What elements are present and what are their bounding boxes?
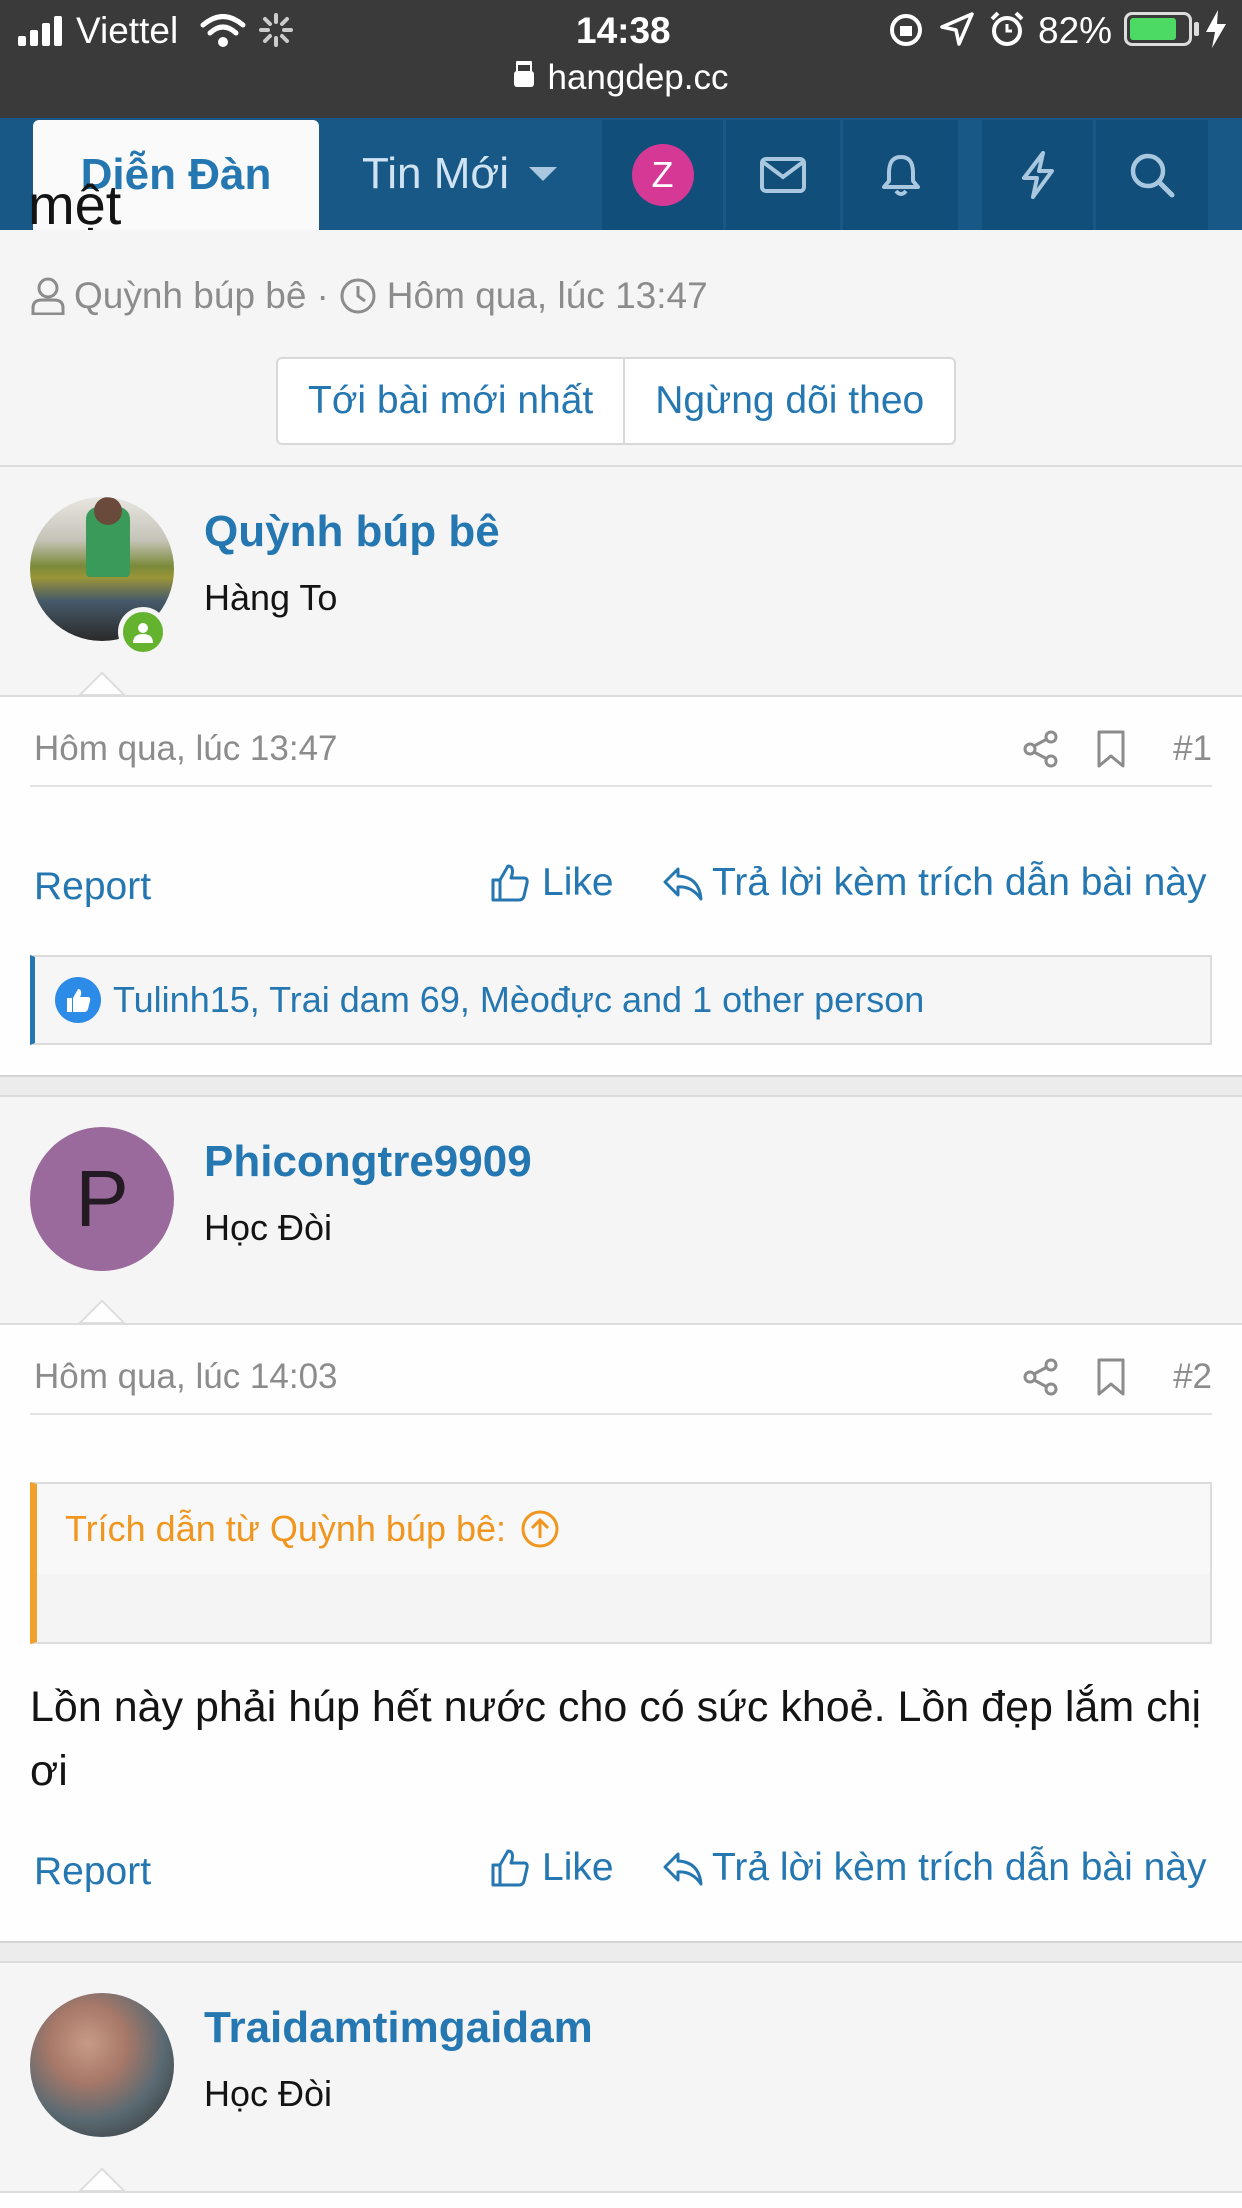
thumbs-up-icon bbox=[491, 864, 529, 902]
top-navigation: Diễn Đàn Tin Mới Z bbox=[0, 118, 1242, 230]
notch-pointer bbox=[78, 2167, 126, 2191]
post-separator bbox=[0, 1075, 1242, 1095]
reactions-bar[interactable]: Tulinh15, Trai dam 69, Mèođực and 1 othe… bbox=[30, 955, 1212, 1045]
report-link[interactable]: Report bbox=[34, 865, 151, 909]
share-icon[interactable] bbox=[1022, 1357, 1060, 1397]
cellular-signal-icon bbox=[18, 16, 62, 46]
post-user-title: Học Đòi bbox=[204, 1207, 333, 1248]
arrow-up-circle-icon[interactable] bbox=[520, 1509, 560, 1549]
search-icon bbox=[1130, 153, 1175, 198]
post-username[interactable]: Phicongtre9909 bbox=[204, 1137, 532, 1187]
reactions-text: Tulinh15, Trai dam 69, Mèođực and 1 othe… bbox=[113, 979, 925, 1020]
post-1-user-block: Quỳnh búp bê Hàng To bbox=[0, 465, 1242, 695]
post-message: Lồn này phải húp hết nước cho có sức kho… bbox=[30, 1683, 1202, 1795]
notch-pointer bbox=[78, 1299, 126, 1323]
thread-title: mệt bbox=[28, 180, 122, 230]
thread-meta: Quỳnh búp bê · Hôm qua, lúc 13:47 bbox=[30, 275, 708, 317]
charging-bolt-icon bbox=[1206, 10, 1226, 48]
jump-to-newest-button[interactable]: Tới bài mới nhất bbox=[278, 359, 623, 443]
alarm-icon bbox=[990, 11, 1024, 46]
post-username[interactable]: Traidamtimgaidam bbox=[204, 2003, 593, 2053]
whats-new-feed-button[interactable] bbox=[982, 120, 1093, 230]
avatar[interactable] bbox=[30, 1993, 174, 2137]
wifi-icon bbox=[200, 14, 246, 47]
thread-action-buttons: Tới bài mới nhất Ngừng dõi theo bbox=[276, 357, 957, 445]
post-number[interactable]: #2 bbox=[1173, 1357, 1212, 1397]
quote-header[interactable]: Trích dẫn từ Quỳnh búp bê: bbox=[37, 1484, 1210, 1574]
post-2-user-block: P Phicongtre9909 Học Đòi bbox=[0, 1095, 1242, 1323]
post-number[interactable]: #1 bbox=[1173, 729, 1212, 769]
location-arrow-icon bbox=[940, 12, 974, 46]
bookmark-icon[interactable] bbox=[1096, 1357, 1126, 1397]
thread-date[interactable]: Hôm qua, lúc 13:47 bbox=[387, 275, 708, 317]
meta-separator: · bbox=[316, 275, 329, 316]
post-user-title: Học Đòi bbox=[204, 2073, 333, 2114]
carrier-name: Viettel bbox=[76, 10, 179, 51]
url-bar[interactable]: hangdep.cc bbox=[0, 58, 1242, 98]
lock-icon bbox=[513, 71, 534, 87]
share-icon[interactable] bbox=[1022, 729, 1060, 769]
quote-block: Trích dẫn từ Quỳnh búp bê: bbox=[30, 1482, 1212, 1644]
inbox-button[interactable] bbox=[726, 120, 840, 230]
avatar: Z bbox=[631, 144, 694, 206]
post-3-body bbox=[0, 2167, 1242, 2208]
unwatch-button[interactable]: Ngừng dõi theo bbox=[623, 359, 954, 443]
reply-arrow-icon bbox=[663, 1852, 703, 1886]
post-separator bbox=[0, 1941, 1242, 1961]
user-icon bbox=[31, 277, 65, 315]
reply-quote-button[interactable]: Trả lời kèm trích dẫn bài này bbox=[662, 1846, 1207, 1890]
report-link[interactable]: Report bbox=[34, 1850, 151, 1894]
notch-pointer bbox=[78, 671, 126, 695]
avatar[interactable]: P bbox=[30, 1127, 174, 1271]
lightning-bolt-icon bbox=[1021, 151, 1054, 199]
reply-quote-button[interactable]: Trả lời kèm trích dẫn bài này bbox=[662, 861, 1207, 905]
online-status-icon bbox=[118, 607, 168, 657]
clock-icon bbox=[340, 278, 376, 314]
tab-whats-new-label: Tin Mới bbox=[362, 149, 509, 198]
post-1-body: Hôm qua, lúc 13:47 #1 Report Like Trả lờ… bbox=[0, 671, 1242, 1075]
post-date[interactable]: Hôm qua, lúc 13:47 bbox=[34, 729, 338, 769]
post-username[interactable]: Quỳnh búp bê bbox=[204, 507, 500, 557]
battery-percent: 82% bbox=[1038, 10, 1113, 51]
reply-arrow-icon bbox=[663, 867, 703, 901]
post-user-title: Hàng To bbox=[204, 577, 338, 618]
search-button[interactable] bbox=[1096, 120, 1208, 230]
account-avatar-button[interactable]: Z bbox=[602, 120, 723, 230]
post-date[interactable]: Hôm qua, lúc 14:03 bbox=[34, 1357, 338, 1397]
battery-icon bbox=[1124, 12, 1192, 46]
like-reaction-icon bbox=[55, 977, 101, 1023]
alerts-button[interactable] bbox=[843, 120, 958, 230]
thread-author[interactable]: Quỳnh búp bê bbox=[74, 275, 306, 317]
tab-whats-new[interactable]: Tin Mới bbox=[362, 136, 557, 212]
post-3-user-block: Traidamtimgaidam Học Đòi bbox=[0, 1961, 1242, 2191]
clock: 14:38 bbox=[576, 10, 671, 51]
like-button[interactable]: Like bbox=[490, 1846, 614, 1890]
bell-icon bbox=[881, 155, 920, 196]
loading-spinner-icon bbox=[259, 13, 293, 47]
chevron-down-icon[interactable] bbox=[529, 165, 557, 183]
post-2-body: Hôm qua, lúc 14:03 #2 Trích dẫn từ Quỳnh… bbox=[0, 1299, 1242, 1941]
rotation-lock-icon bbox=[890, 14, 922, 46]
envelope-icon bbox=[760, 157, 806, 193]
thumbs-up-icon bbox=[491, 1849, 529, 1887]
like-button[interactable]: Like bbox=[490, 861, 614, 905]
status-bar: Viettel 14:38 82% hangdep.cc bbox=[0, 0, 1242, 118]
bookmark-icon[interactable] bbox=[1096, 729, 1126, 769]
url-text: hangdep.cc bbox=[547, 58, 729, 97]
